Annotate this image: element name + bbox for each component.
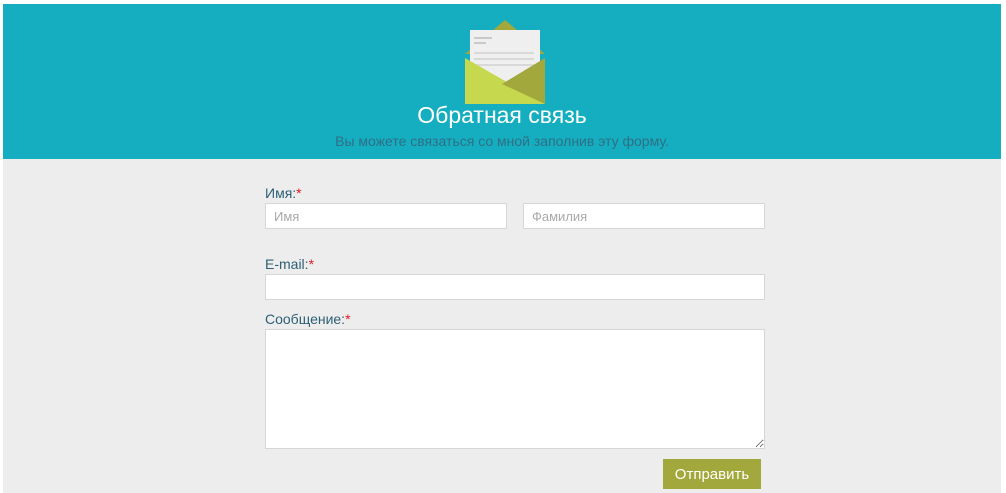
form-area: Имя:* E-mail:* Сообщение:* Отправить [3,159,1001,493]
required-marker: * [296,185,302,201]
page-subtitle: Вы можете связаться со мной заполнив эту… [335,133,669,149]
email-input[interactable] [265,274,765,300]
required-marker: * [308,256,315,272]
email-label-text: E-mail: [265,256,309,272]
page-title: Обратная связь [417,102,587,128]
header-banner: Обратная связь Вы можете связаться со мн… [3,4,1001,159]
page: Обратная связь Вы можете связаться со мн… [0,0,1006,493]
first-name-input[interactable] [265,203,507,229]
envelope-icon [465,20,545,104]
last-name-input[interactable] [523,203,765,229]
message-label-text: Сообщение: [265,311,346,327]
message-textarea[interactable] [265,329,765,449]
name-label: Имя:* [265,184,302,202]
required-marker: * [345,311,351,327]
name-label-text: Имя: [265,185,297,201]
submit-button[interactable]: Отправить [663,459,761,489]
message-label: Сообщение:* [265,310,351,328]
email-label: E-mail:* [265,255,314,273]
